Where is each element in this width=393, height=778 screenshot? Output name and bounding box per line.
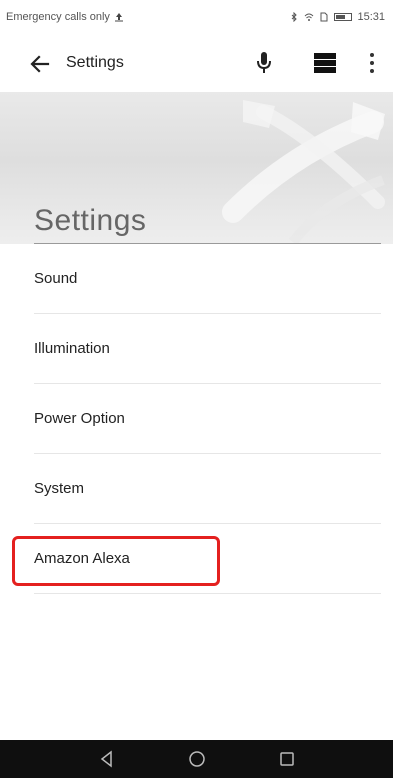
page-title: Settings [34,204,147,237]
menu-item-label: Power Option [34,410,125,427]
sim-icon [320,12,328,22]
menu-item-amazon-alexa[interactable]: Amazon Alexa [12,524,381,594]
status-right: 15:31 [289,11,385,23]
more-vertical-icon[interactable] [366,51,378,75]
carrier-text: Emergency calls only [6,11,110,23]
bluetooth-icon [292,12,298,22]
clock: 15:31 [357,11,385,23]
menu-item-label: Illumination [34,340,110,357]
upload-arrow-icon [114,13,123,22]
menu-item-label: Amazon Alexa [34,550,130,567]
back-arrow-icon[interactable] [28,52,52,76]
settings-hero-banner: Settings [0,92,393,244]
toolbar-title: Settings [66,54,124,71]
menu-item-system[interactable]: System [34,454,381,524]
nav-back-icon[interactable] [97,749,117,769]
wrench-illustration-icon [222,100,385,244]
system-nav-bar [0,740,393,778]
nav-home-icon[interactable] [187,749,207,769]
microphone-icon[interactable] [253,50,275,76]
menu-item-label: System [34,480,85,497]
menu-item-label: Sound [34,270,78,287]
menu-item-illumination[interactable]: Illumination [34,314,381,384]
menu-item-sound[interactable]: Sound [34,244,381,314]
nav-recents-icon[interactable] [277,749,297,769]
status-left: Emergency calls only [6,11,124,23]
settings-menu: Sound Illumination Power Option System A… [0,244,393,594]
menu-item-power-option[interactable]: Power Option [34,384,381,454]
app-toolbar: Settings [0,34,393,92]
battery-icon [334,13,353,21]
view-list-icon[interactable] [314,53,336,73]
status-bar: Emergency calls only 15:31 [0,0,393,34]
wifi-icon [305,13,314,21]
